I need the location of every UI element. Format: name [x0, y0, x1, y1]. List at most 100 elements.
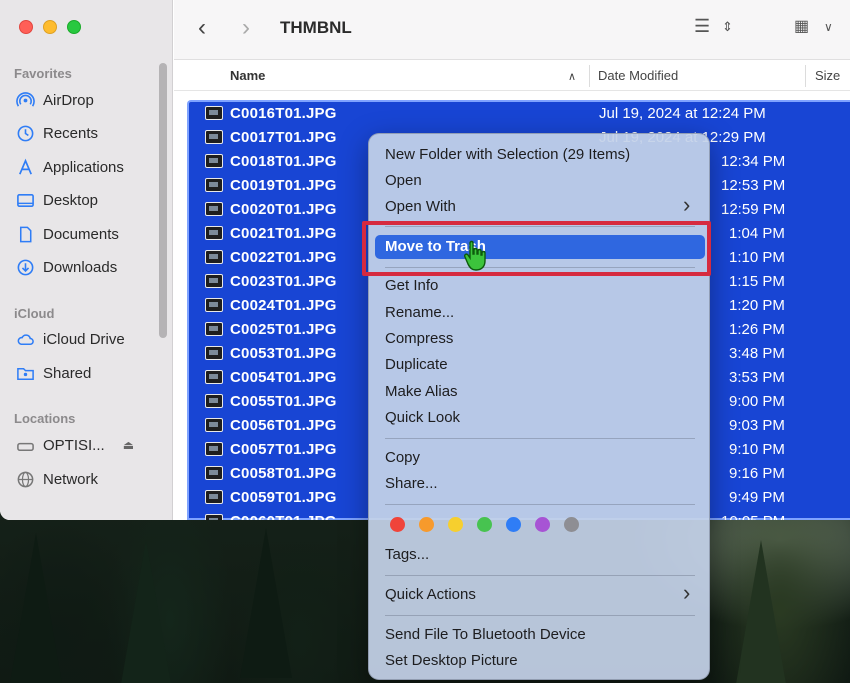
menu-separator [385, 575, 695, 576]
menu-item-new-folder-with-selection[interactable]: New Folder with Selection (29 Items) [385, 143, 630, 167]
sidebar-item-shared[interactable]: Shared [16, 361, 91, 385]
menu-item-get-info[interactable]: Get Info [385, 274, 438, 298]
tag-orange[interactable] [419, 517, 434, 532]
shared-folder-icon [16, 364, 35, 383]
sidebar-item-label: Network [43, 470, 99, 488]
sidebar-section-icloud: iCloud [14, 306, 55, 321]
menu-item-copy[interactable]: Copy [385, 446, 420, 470]
file-date: 3:48 PM [729, 345, 785, 362]
image-file-icon [205, 154, 223, 168]
download-icon [16, 258, 35, 277]
sidebar-section-locations: Locations [14, 411, 76, 426]
column-separator[interactable] [805, 65, 806, 87]
column-date-modified[interactable]: Date Modified [598, 68, 678, 83]
file-date: 9:00 PM [729, 393, 785, 410]
image-file-icon [205, 514, 223, 520]
column-size[interactable]: Size [815, 68, 840, 83]
menu-item-compress[interactable]: Compress [385, 327, 453, 351]
sort-ascending-icon[interactable]: ∧ [568, 70, 576, 83]
sidebar-item-airdrop[interactable]: AirDrop [16, 88, 94, 112]
sidebar-item-label: Recents [43, 124, 99, 142]
menu-item-tags[interactable]: Tags... [385, 543, 429, 567]
file-name: C0021T01.JPG [230, 225, 337, 242]
image-file-icon [205, 442, 223, 456]
file-name: C0057T01.JPG [230, 441, 337, 458]
sidebar-item-label: Desktop [43, 191, 99, 209]
file-date: 9:49 PM [729, 489, 785, 506]
tag-yellow[interactable] [448, 517, 463, 532]
file-name: C0024T01.JPG [230, 297, 337, 314]
sidebar-item-label: iCloud Drive [43, 330, 125, 348]
sidebar-item-applications[interactable]: Applications [16, 155, 124, 179]
tag-green[interactable] [477, 517, 492, 532]
file-name: C0018T01.JPG [230, 153, 337, 170]
column-separator[interactable] [589, 65, 590, 87]
hand-cursor-icon [464, 240, 486, 271]
sidebar-section-favorites: Favorites [14, 66, 72, 81]
drive-icon [16, 436, 35, 455]
eject-icon[interactable]: ⏏ [123, 438, 134, 452]
file-name: C0060T01.JPG [230, 513, 337, 520]
forward-button[interactable]: › [242, 14, 250, 42]
menu-item-make-alias[interactable]: Make Alias [385, 380, 458, 404]
image-file-icon [205, 346, 223, 360]
file-name: C0025T01.JPG [230, 321, 337, 338]
menu-item-share[interactable]: Share... [385, 472, 438, 496]
context-menu: New Folder with Selection (29 Items) Ope… [368, 133, 710, 680]
sidebar-item-recents[interactable]: Recents [16, 121, 98, 145]
airdrop-icon [16, 91, 35, 110]
close-window-button[interactable] [19, 20, 33, 34]
cloud-icon [16, 330, 35, 349]
tree-shape [240, 528, 292, 678]
chevron-down-icon[interactable]: ∨ [824, 20, 833, 34]
zoom-window-button[interactable] [67, 20, 81, 34]
menu-item-open[interactable]: Open [385, 169, 422, 193]
minimize-window-button[interactable] [43, 20, 57, 34]
sort-chevron-icon[interactable]: ⇕ [722, 19, 733, 35]
file-row[interactable]: C0016T01.JPG Jul 19, 2024 at 12:24 PM [189, 102, 850, 126]
sidebar-item-network[interactable]: Network [16, 467, 98, 491]
tag-gray[interactable] [564, 517, 579, 532]
menu-item-duplicate[interactable]: Duplicate [385, 353, 448, 377]
sidebar-scrollbar[interactable] [159, 63, 167, 338]
file-date: 9:03 PM [729, 417, 785, 434]
tag-red[interactable] [390, 517, 405, 532]
file-name: C0056T01.JPG [230, 417, 337, 434]
tag-blue[interactable] [506, 517, 521, 532]
grid-view-icon[interactable]: ▦ [794, 16, 809, 36]
tree-shape [10, 533, 62, 683]
sidebar-item-label: AirDrop [43, 91, 94, 109]
sidebar-item-documents[interactable]: Documents [16, 222, 119, 246]
tree-shape [735, 540, 787, 683]
tag-purple[interactable] [535, 517, 550, 532]
folder-title: THMBNL [280, 18, 352, 37]
back-button[interactable]: ‹ [198, 14, 206, 42]
menu-separator [385, 615, 695, 616]
file-date: 12:53 PM [721, 177, 786, 194]
file-name: C0019T01.JPG [230, 177, 337, 194]
menu-item-quick-actions[interactable]: Quick Actions [385, 581, 690, 607]
menu-item-quick-look[interactable]: Quick Look [385, 406, 460, 430]
image-file-icon [205, 490, 223, 504]
file-name: C0058T01.JPG [230, 465, 337, 482]
sidebar-item-desktop[interactable]: Desktop [16, 188, 98, 212]
file-date: 9:10 PM [729, 441, 785, 458]
menu-item-rename[interactable]: Rename... [385, 301, 454, 325]
menu-item-open-with[interactable]: Open With [385, 193, 690, 219]
sidebar-item-downloads[interactable]: Downloads [16, 255, 117, 279]
list-view-icon[interactable]: ☰ [694, 16, 710, 37]
applications-icon [16, 158, 35, 177]
sidebar-item-label: Shared [43, 364, 92, 382]
file-name: C0054T01.JPG [230, 369, 337, 386]
image-file-icon [205, 250, 223, 264]
image-file-icon [205, 106, 223, 120]
column-name[interactable]: Name [230, 68, 265, 83]
sidebar-item-label: Applications [43, 158, 124, 176]
file-date: 1:20 PM [729, 297, 785, 314]
menu-item-send-bluetooth[interactable]: Send File To Bluetooth Device [385, 623, 586, 647]
image-file-icon [205, 466, 223, 480]
image-file-icon [205, 226, 223, 240]
sidebar-item-optisi[interactable]: OPTISI... ⏏ [16, 433, 134, 457]
menu-item-set-desktop-picture[interactable]: Set Desktop Picture [385, 649, 518, 673]
sidebar-item-icloud-drive[interactable]: iCloud Drive [16, 327, 125, 351]
